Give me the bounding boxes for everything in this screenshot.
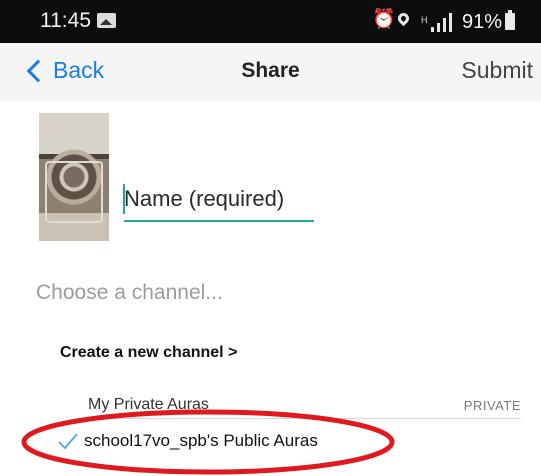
channel-heading: Choose a channel... xyxy=(36,281,223,304)
location-icon xyxy=(395,10,412,27)
alarm-icon: ⏰ xyxy=(372,9,396,30)
gallery-icon xyxy=(97,13,116,28)
svg-text:H: H xyxy=(421,15,428,25)
channel-item-public[interactable]: school17vo_spb's Public Auras xyxy=(58,428,318,454)
create-channel-link[interactable]: Create a new channel > xyxy=(60,344,237,362)
signal-icon: H xyxy=(421,13,452,32)
status-bar: 11:45 ⏰ H 91% xyxy=(0,0,541,43)
checkmark-icon xyxy=(58,433,78,450)
channel-name: school17vo_spb's Public Auras xyxy=(84,431,318,450)
battery-icon xyxy=(505,10,515,30)
private-badge: PRIVATE xyxy=(463,398,521,413)
nav-bar: Back Share Submit xyxy=(0,43,541,101)
channel-name: My Private Auras xyxy=(88,396,209,413)
text-cursor xyxy=(123,184,125,214)
battery-percent: 91% xyxy=(462,11,503,33)
page-title: Share xyxy=(241,59,300,82)
channel-item-private[interactable]: My Private Auras PRIVATE xyxy=(88,395,521,419)
name-field[interactable] xyxy=(124,178,314,222)
photo-thumbnail[interactable] xyxy=(39,113,109,241)
status-time: 11:45 xyxy=(40,9,91,32)
submit-button[interactable]: Submit xyxy=(461,57,533,84)
